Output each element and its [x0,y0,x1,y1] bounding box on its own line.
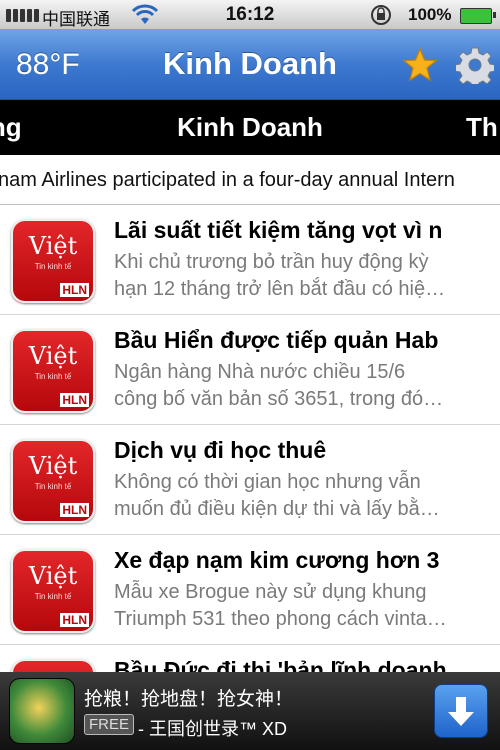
article-title: Lãi suất tiết kiệm tăng vọt vì n [114,217,443,243]
article-row[interactable]: Việt Tin kinh tế HLN Bầu Đức đi thi 'bản… [0,645,500,672]
summary-line: Khi chủ trương bỏ trần huy động kỳ [114,251,429,273]
thumb-subtitle: Tin kinh tế [34,372,72,381]
article-thumbnail: Việt Tin kinh tế HLN [11,439,95,523]
category-bar: ong Kinh Doanh Th [0,100,500,155]
category-current[interactable]: Kinh Doanh [0,112,500,143]
article-title: Xe đạp nạm kim cương hơn 3 [114,547,440,573]
article-title: Bầu Hiển được tiếp quản Hab [114,327,439,353]
article-summary: Khi chủ trương bỏ trần huy động kỳ hạn 1… [114,249,474,303]
summary-line: muốn đủ điều kiện dự thi và lấy bằ… [114,498,440,520]
summary-line: Triumph 531 theo phong cách vinta… [114,608,447,630]
thumb-logo-text: Việt [28,342,78,370]
rotation-lock-icon [371,5,391,25]
ad-banner[interactable]: 抢粮！抢地盘！抢女神！ FREE - 王国创世录™ XD [0,672,500,750]
weather-temperature[interactable]: 88°F [16,48,80,82]
thumb-logo-text: Việt [28,232,78,260]
article-summary: Không có thời gian học nhưng vẫn muốn đủ… [114,469,474,523]
article-row[interactable]: Việt Tin kinh tế HLN Dịch vụ đi học thuê… [0,425,500,535]
status-bar: 中国联通 16:12 100% [0,0,500,30]
thumb-badge: HLN [60,283,89,297]
star-icon[interactable] [402,47,438,83]
thumb-subtitle: Tin kinh tế [34,482,72,491]
thumb-badge: HLN [60,503,89,517]
article-thumbnail: Việt Tin kinh tế HLN [11,659,95,672]
article-thumbnail: Việt Tin kinh tế HLN [11,549,95,633]
ticker-text: nam Airlines participated in a four-day … [0,169,455,191]
ad-title: 抢粮！抢地盘！抢女神！ [84,689,294,710]
game-app-icon[interactable] [10,679,74,743]
summary-line: Không có thời gian học nhưng vẫn [114,471,421,493]
article-list: Việt Tin kinh tế HLN Lãi suất tiết kiệm … [0,205,500,672]
article-row[interactable]: Việt Tin kinh tế HLN Xe đạp nạm kim cươn… [0,535,500,645]
article-row[interactable]: Việt Tin kinh tế HLN Lãi suất tiết kiệm … [0,205,500,315]
thumb-logo-text: Việt [28,452,78,480]
download-button[interactable] [434,684,488,738]
download-arrow-icon [448,697,474,726]
article-summary: Ngân hàng Nhà nước chiều 15/6 công bố vă… [114,359,474,413]
summary-line: hạn 12 tháng trở lên bắt đầu có hiệ… [114,278,446,300]
summary-line: Ngân hàng Nhà nước chiều 15/6 [114,361,406,383]
summary-line: Mẫu xe Brogue này sử dụng khung [114,581,427,603]
article-title: Dịch vụ đi học thuê [114,437,327,463]
article-title: Bầu Đức đi thi 'bản lĩnh doanh [114,657,447,672]
ad-app-name: - 王国创世录™ XD [138,719,288,739]
free-badge: FREE [84,714,135,735]
thumb-logo-text: Việt [28,562,78,590]
nav-bar: 88°F Kinh Doanh [0,30,500,100]
thumb-subtitle: Tin kinh tế [34,262,72,271]
thumb-badge: HLN [60,613,89,627]
article-thumbnail: Việt Tin kinh tế HLN [11,219,95,303]
article-row[interactable]: Việt Tin kinh tế HLN Bầu Hiển được tiếp … [0,315,500,425]
news-ticker[interactable]: nam Airlines participated in a four-day … [0,155,500,205]
summary-line: công bố văn bản số 3651, trong đó… [114,388,444,410]
article-summary: Mẫu xe Brogue này sử dụng khung Triumph … [114,579,474,633]
gear-icon[interactable] [456,46,494,84]
category-next[interactable]: Th [466,112,498,143]
thumb-badge: HLN [60,393,89,407]
battery-icon [460,8,496,24]
battery-percent: 100% [408,5,452,24]
thumb-subtitle: Tin kinh tế [34,592,72,601]
article-thumbnail: Việt Tin kinh tế HLN [11,329,95,413]
